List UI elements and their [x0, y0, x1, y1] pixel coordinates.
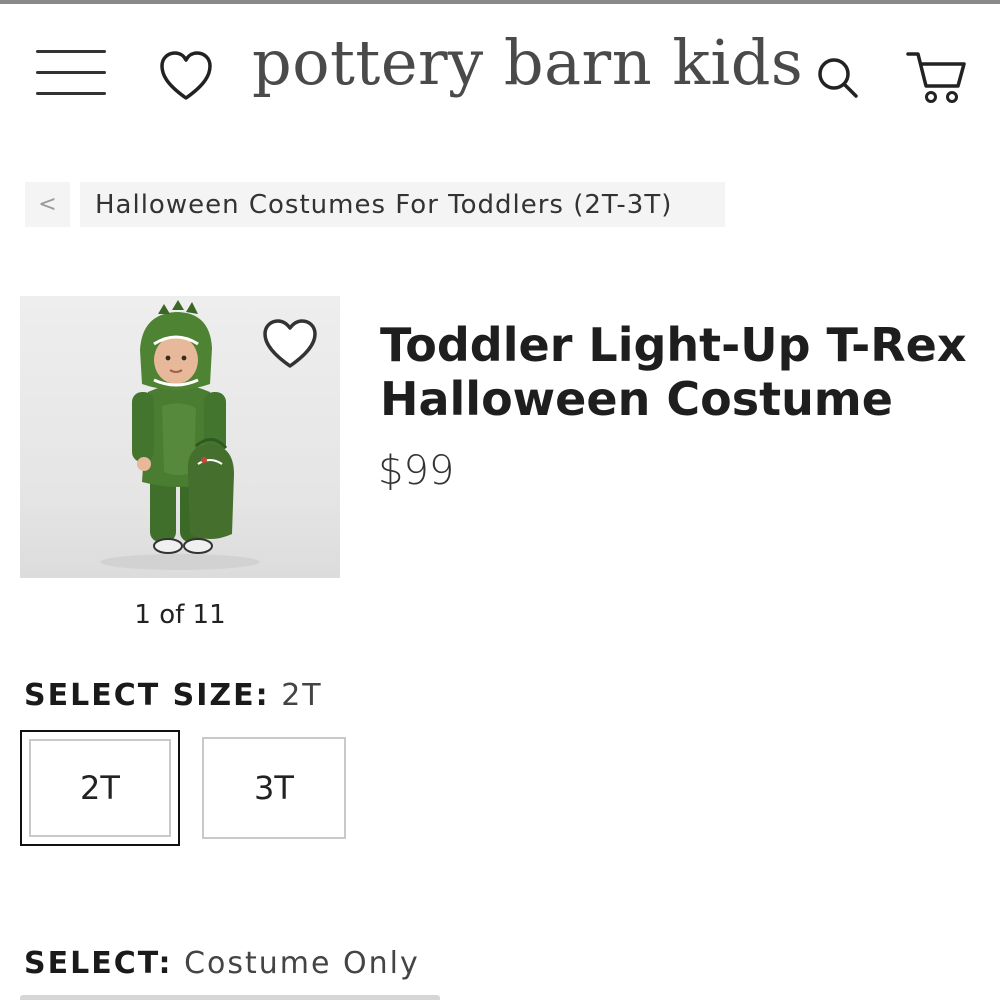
heart-icon[interactable]	[156, 48, 216, 104]
size-selected-value: 2T	[281, 678, 323, 713]
product-title: Toddler Light-Up T-Rex Halloween Costume	[380, 318, 967, 426]
image-counter: 1 of 11	[134, 600, 226, 630]
hamburger-menu-icon[interactable]	[36, 50, 106, 96]
option-selected-value: Costume Only	[184, 946, 420, 981]
breadcrumb-back-button[interactable]: <	[25, 182, 70, 227]
breadcrumb-link[interactable]: Halloween Costumes For Toddlers (2T-3T)	[80, 182, 725, 227]
option-label-key: SELECT:	[24, 946, 173, 981]
size-option-2t[interactable]: 2T	[20, 730, 180, 846]
size-option-2t-label: 2T	[29, 739, 171, 837]
cart-icon[interactable]	[900, 46, 972, 110]
size-option-3t[interactable]: 3T	[202, 737, 346, 839]
search-icon[interactable]	[812, 52, 864, 104]
product-favorite-heart-icon[interactable]	[260, 318, 320, 372]
site-header: pottery barn kids	[0, 4, 1000, 144]
size-label: SELECT SIZE: 2T	[24, 678, 323, 713]
size-label-key: SELECT SIZE:	[24, 678, 270, 713]
site-logo[interactable]: pottery barn kids	[252, 26, 803, 100]
option-dropdown[interactable]	[20, 995, 440, 1000]
product-price: $99	[378, 448, 455, 494]
option-label: SELECT: Costume Only	[24, 946, 420, 981]
